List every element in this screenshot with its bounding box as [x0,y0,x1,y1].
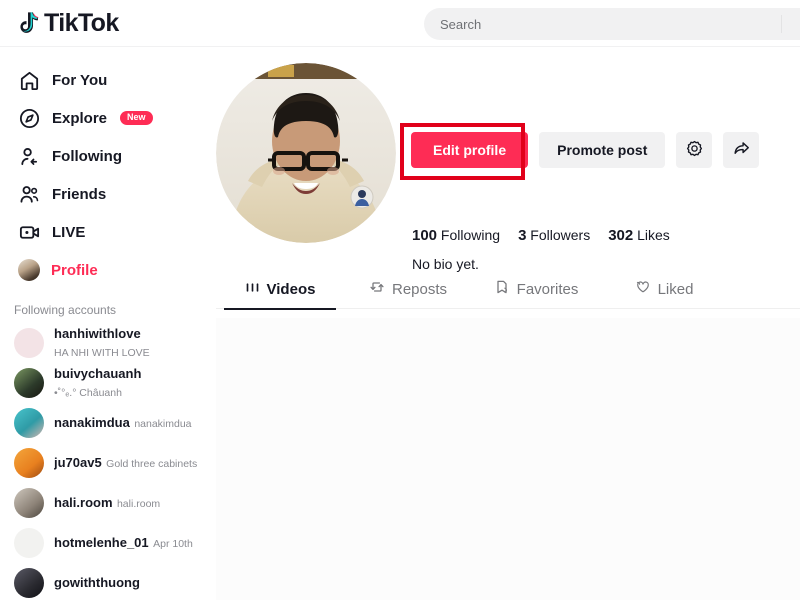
following-count: 100 [412,227,438,244]
bookmark-icon [494,279,510,299]
list-item[interactable]: gowiththuong [0,563,206,600]
account-name: hotmelenhe_01 [54,535,149,550]
list-item[interactable]: hali.room hali.room [0,483,206,523]
followers-count: 3 [518,227,527,244]
account-subtitle: nanakimdua [134,418,192,430]
tiktok-note-icon [18,11,40,36]
likes-label: Likes [637,227,670,243]
profile-action-buttons: Edit profile Promote post [411,132,760,168]
tab-liked[interactable]: Liked [600,269,728,309]
account-avatar [14,568,44,598]
top-header: TikTok Search [0,0,800,47]
account-avatar [14,328,44,358]
profile-avatar[interactable] [216,63,396,243]
profile-main: Edit profile Promote post 100 Following … [206,47,800,600]
sidebar-label-explore: Explore [52,109,108,127]
followers-label: Followers [530,227,591,243]
edit-profile-button[interactable]: Edit profile [411,132,529,168]
sidebar-label-for-you: For You [52,71,108,89]
list-item[interactable]: hanhiwithlove HA NHI WITH LOVE [0,323,206,363]
home-icon [18,69,41,92]
account-avatar [14,488,44,518]
content-tabs: Videos Reposts Favorites Liked [216,269,800,310]
sidebar-label-profile: Profile [51,261,98,279]
likes-count: 302 [608,227,634,244]
account-avatar [14,528,44,558]
list-item[interactable]: nanakimdua nanakimdua [0,403,206,443]
avatar-icon [18,259,40,281]
tiktok-logo-text: TikTok [44,8,119,37]
compass-icon [18,107,41,130]
sidebar-label-live: LIVE [52,223,86,241]
live-video-icon [18,221,41,244]
left-sidebar: For You Explore New Following Friends LI… [0,47,206,600]
grid-bars-icon [245,280,260,299]
following-accounts-title: Following accounts [14,303,117,317]
gear-icon [685,139,704,161]
tab-favorites[interactable]: Favorites [472,269,600,309]
tab-label-videos: Videos [266,280,316,298]
search-placeholder: Search [440,16,482,32]
sidebar-item-friends[interactable]: Friends [0,175,206,213]
account-name: hanhiwithlove [54,326,141,341]
tab-reposts[interactable]: Reposts [344,269,472,309]
account-subtitle: HA NHI WITH LOVE [54,347,150,359]
sidebar-item-for-you[interactable]: For You [0,61,206,99]
users-icon [18,183,41,206]
account-name: gowiththuong [54,575,140,590]
sidebar-item-following[interactable]: Following [0,137,206,175]
sidebar-label-friends: Friends [52,185,107,203]
tab-label-reposts: Reposts [391,280,448,298]
account-name: ju70av5 [54,455,102,470]
account-name: buivychauanh [54,366,142,381]
account-subtitle: •˚°ₑ.° Châuanh [54,387,122,399]
user-arrow-icon [18,145,41,168]
explore-new-badge: New [120,111,153,125]
sidebar-label-following: Following [52,147,122,165]
repost-icon [369,279,385,299]
heart-lock-icon [635,279,651,299]
sidebar-item-explore[interactable]: Explore New [0,99,206,137]
account-name: hali.room [54,495,113,510]
account-subtitle: hali.room [116,498,161,510]
list-item[interactable]: buivychauanh •˚°ₑ.° Châuanh [0,363,206,403]
search-divider [781,15,782,33]
settings-button[interactable] [676,132,713,168]
list-item[interactable]: ju70av5 Gold three cabinets [0,443,206,483]
list-item[interactable]: hotmelenhe_01 Apr 10th [0,523,206,563]
video-grid-empty [216,318,800,600]
tab-label-liked: Liked [657,280,694,298]
promote-post-button[interactable]: Promote post [539,132,666,168]
profile-stats: 100 Following 3 Followers 302 Likes [412,227,670,244]
following-label: Following [440,227,501,243]
share-arrow-icon [732,139,751,161]
account-avatar [14,408,44,438]
search-input[interactable]: Search [424,8,800,40]
sidebar-item-live[interactable]: LIVE [0,213,206,251]
share-button[interactable] [723,132,760,168]
tab-label-favorites: Favorites [516,280,579,298]
account-subtitle: Gold three cabinets [106,458,198,470]
tiktok-profile-page: TikTok Search For You Explore New Follow [0,0,800,600]
sidebar-item-profile[interactable]: Profile [0,251,206,289]
account-avatar [14,368,44,398]
stat-following[interactable]: 100 Following [412,227,500,244]
stat-followers[interactable]: 3 Followers [518,227,590,244]
account-name: nanakimdua [54,415,130,430]
tab-videos[interactable]: Videos [216,269,344,310]
account-subtitle: Apr 10th [153,538,193,550]
tiktok-logo[interactable]: TikTok [18,8,119,37]
stat-likes[interactable]: 302 Likes [608,227,670,244]
account-avatar [14,448,44,478]
